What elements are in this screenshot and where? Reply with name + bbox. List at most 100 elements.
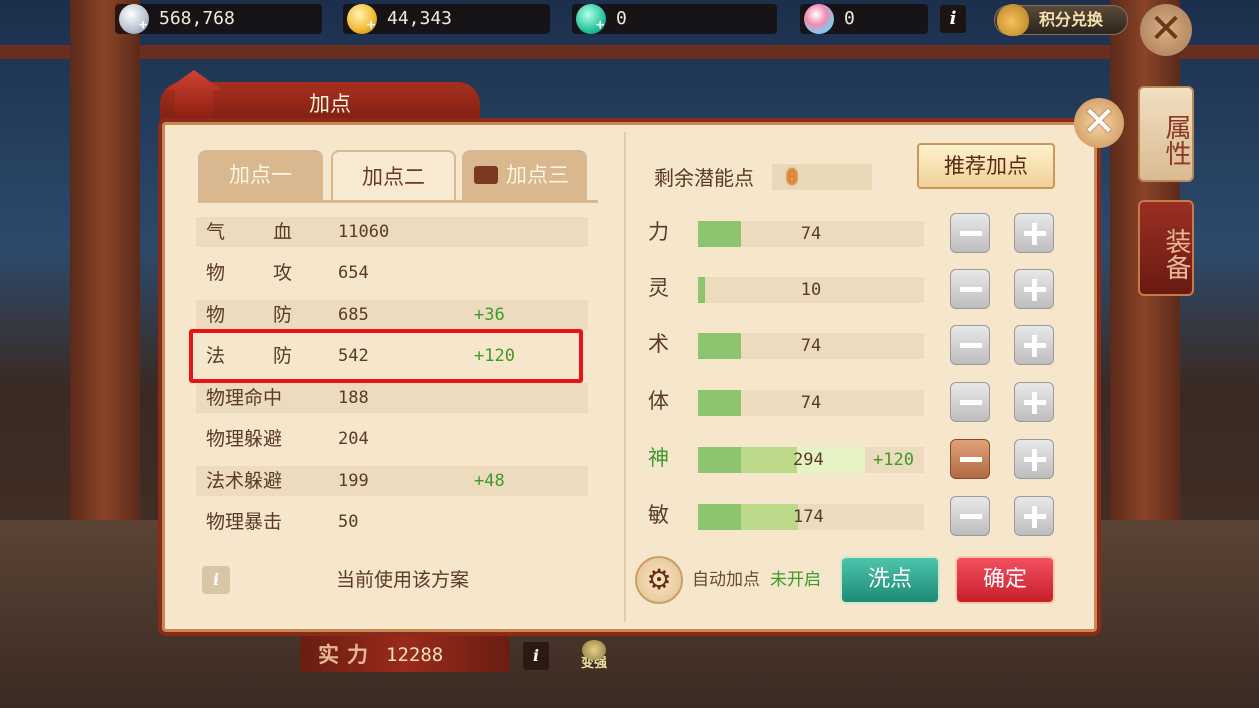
- gold-resource[interactable]: + 44,343: [343, 4, 550, 34]
- stat-value: 654: [338, 263, 369, 283]
- add-icon: +: [139, 17, 148, 33]
- gem-resource[interactable]: 0: [800, 4, 928, 34]
- stat-value: 204: [338, 429, 369, 449]
- power-value: 12288: [386, 644, 444, 666]
- tab-scheme-2[interactable]: 加点二: [331, 150, 456, 200]
- dialog-title: 加点: [309, 92, 351, 116]
- add-icon: +: [367, 17, 376, 33]
- minus-button[interactable]: [950, 325, 990, 365]
- roof-beam: [0, 45, 1259, 59]
- minus-button[interactable]: [950, 496, 990, 536]
- stat-bonus: +36: [474, 305, 505, 325]
- tab-attributes[interactable]: 属性: [1138, 86, 1194, 182]
- attribute-value: 74: [800, 336, 822, 356]
- stat-row: 物攻 654: [196, 258, 588, 288]
- points-exchange-label: 积分兑换: [1039, 10, 1104, 29]
- plus-button[interactable]: [1014, 325, 1054, 365]
- attribute-bar: 174: [698, 504, 924, 530]
- plus-button[interactable]: [1014, 439, 1054, 479]
- jade-resource[interactable]: + 0: [572, 4, 777, 34]
- stat-row: 物理命中 188: [196, 383, 588, 413]
- recommend-points-button[interactable]: 推荐加点: [917, 143, 1055, 189]
- stat-value: 11060: [338, 222, 390, 242]
- plus-button[interactable]: [1014, 382, 1054, 422]
- confirm-button[interactable]: 确定: [955, 556, 1055, 604]
- silver-value: 568,768: [159, 8, 235, 29]
- jade-value: 0: [616, 8, 627, 29]
- minus-button[interactable]: [950, 213, 990, 253]
- stat-label: 物理命中: [206, 387, 283, 409]
- attribute-name: 力: [648, 215, 684, 249]
- attribute-value: 174: [793, 507, 824, 527]
- stat-label: 气血: [206, 221, 293, 243]
- attribute-bar: 10: [698, 277, 924, 303]
- stat-label: 物攻: [206, 262, 293, 284]
- minus-button[interactable]: [950, 382, 990, 422]
- money-bag-icon: [997, 4, 1029, 36]
- minus-button[interactable]: [950, 439, 990, 479]
- plus-button[interactable]: [1014, 496, 1054, 536]
- attribute-name: 神: [648, 441, 684, 475]
- lock-icon: [474, 166, 498, 184]
- gem-icon: [804, 4, 834, 34]
- tab-scheme-3[interactable]: 加点三: [462, 150, 587, 200]
- auto-point-label: 自动加点: [692, 570, 760, 590]
- plus-button[interactable]: [1014, 213, 1054, 253]
- tab-scheme-1[interactable]: 加点一: [198, 150, 323, 200]
- scheme-info-icon[interactable]: i: [202, 566, 230, 594]
- stat-label: 物理躲避: [206, 428, 283, 450]
- points-exchange-button[interactable]: 积分兑换: [994, 4, 1128, 36]
- attribute-value: 74: [800, 393, 822, 413]
- stat-value: 685: [338, 305, 369, 325]
- attribute-bar: 74: [698, 333, 924, 359]
- attribute-name: 术: [648, 327, 684, 361]
- silver-resource[interactable]: + 568,768: [115, 4, 322, 34]
- tab-scheme-3-label: 加点三: [506, 163, 569, 187]
- attribute-row: 神 294 +120: [648, 439, 1068, 479]
- pane-divider: [624, 132, 626, 622]
- minus-button[interactable]: [950, 269, 990, 309]
- auto-point-status[interactable]: 未开启: [770, 568, 821, 592]
- stat-row: 物防 685 +36: [196, 300, 588, 330]
- add-icon: +: [596, 17, 605, 33]
- tab-equipment[interactable]: 装备: [1138, 200, 1194, 296]
- attribute-row: 术 74: [648, 325, 1068, 365]
- remaining-points-label: 剩余潜能点: [654, 166, 754, 190]
- attribute-bar: 74: [698, 221, 924, 247]
- attribute-name: 体: [648, 384, 684, 418]
- stat-bonus: +48: [474, 471, 505, 491]
- power-info-icon[interactable]: i: [523, 642, 549, 670]
- gold-value: 44,343: [387, 8, 453, 29]
- dialog-close-icon[interactable]: ✕: [1074, 98, 1124, 148]
- stat-value: 50: [338, 512, 359, 532]
- attribute-row: 敏 174: [648, 496, 1068, 536]
- highlight-box: [189, 329, 583, 383]
- attribute-row: 灵 10: [648, 269, 1068, 309]
- attribute-value: 10: [800, 280, 822, 300]
- attribute-name: 灵: [648, 271, 684, 305]
- resource-bar: + 568,768 + 44,343 + 0 0 i 积分兑换: [0, 0, 1259, 40]
- attribute-value: 74: [800, 224, 822, 244]
- stat-row: 物理暴击 50: [196, 507, 588, 537]
- attribute-bar: 74: [698, 390, 924, 416]
- wash-points-button[interactable]: 洗点: [840, 556, 940, 604]
- stat-value: 188: [338, 388, 369, 408]
- stat-row: 气血 11060: [196, 217, 588, 247]
- strengthen-button[interactable]: 变强: [574, 640, 614, 672]
- attribute-bonus: +120: [873, 450, 914, 470]
- scheme-tabs: 加点一 加点二 加点三: [198, 150, 588, 200]
- gear-icon[interactable]: ⚙: [635, 556, 683, 604]
- plus-button[interactable]: [1014, 269, 1054, 309]
- stat-row: 法术躲避 199 +48: [196, 466, 588, 496]
- close-icon[interactable]: ✕: [1140, 4, 1192, 56]
- attribute-row: 体 74: [648, 382, 1068, 422]
- stat-value: 199: [338, 471, 369, 491]
- gem-value: 0: [844, 8, 855, 29]
- stat-label: 法术躲避: [206, 470, 283, 492]
- tab-underline: [198, 200, 598, 203]
- resource-info-icon[interactable]: i: [940, 5, 966, 33]
- remaining-points-value: 0: [786, 165, 799, 189]
- stat-label: 物防: [206, 304, 293, 326]
- current-scheme-text: 当前使用该方案: [336, 569, 470, 591]
- attribute-row: 力 74: [648, 213, 1068, 253]
